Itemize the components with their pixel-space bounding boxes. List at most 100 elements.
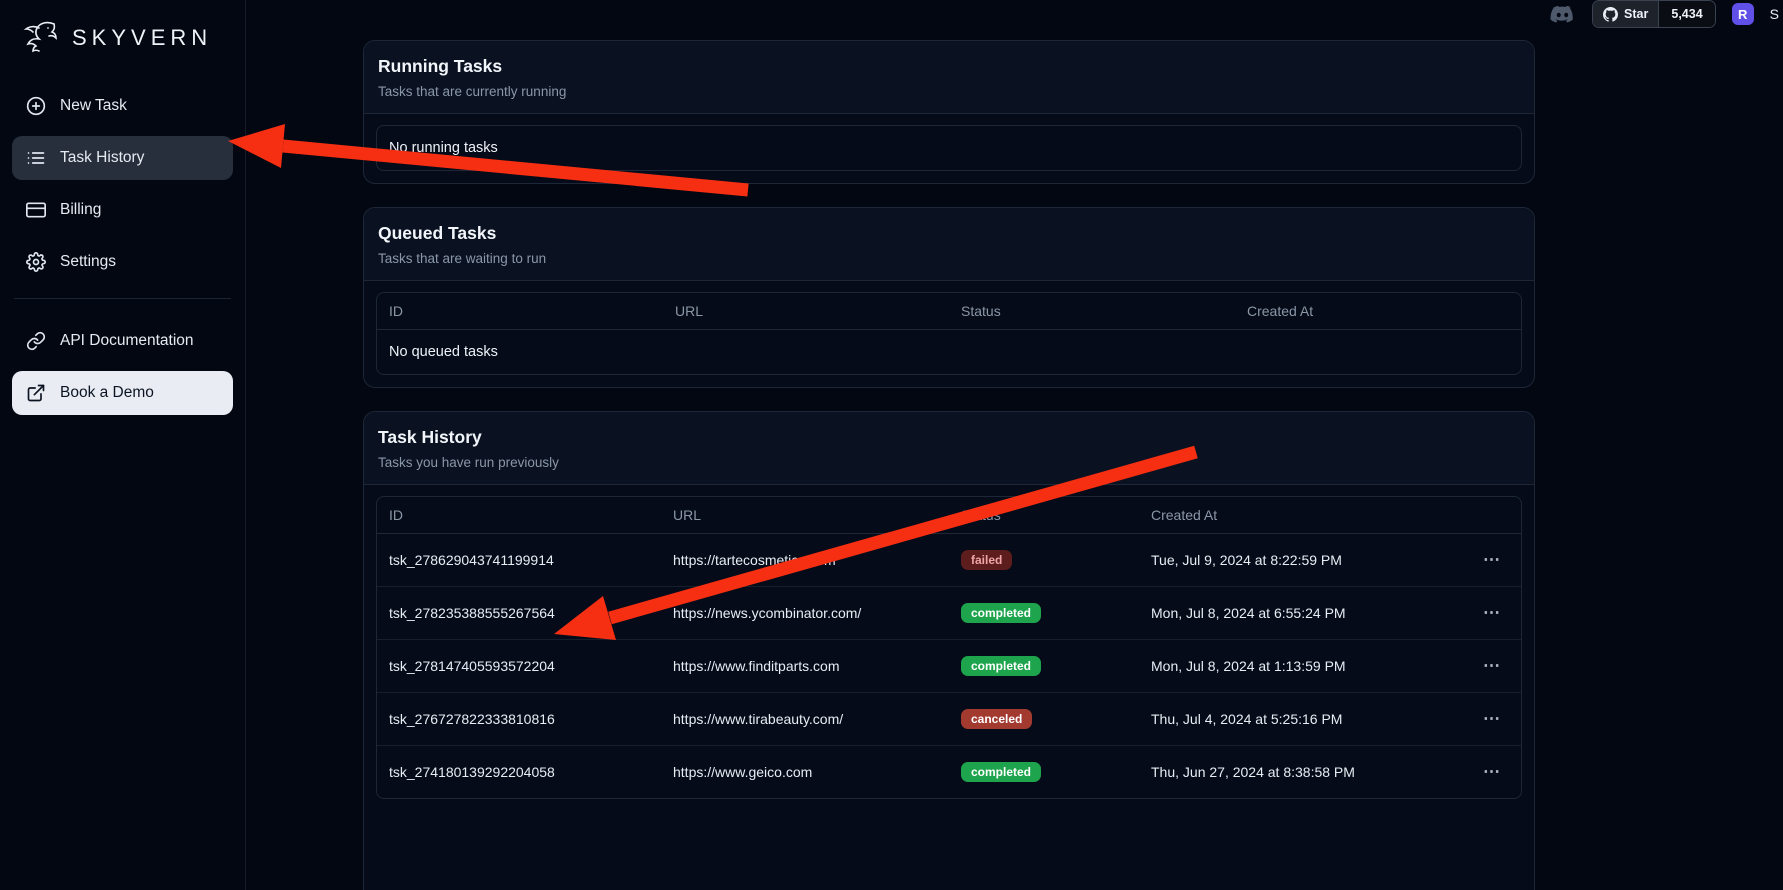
brand-wordmark: SKYVERN	[72, 25, 212, 51]
sidebar-item-label: API Documentation	[60, 332, 194, 350]
card-title: Task History	[378, 427, 1520, 448]
github-star-widget[interactable]: Star 5,434	[1592, 0, 1716, 28]
github-star-label: Star	[1624, 7, 1648, 21]
column-header-id: ID	[377, 497, 661, 533]
table-row[interactable]: tsk_278629043741199914 https://tartecosm…	[377, 534, 1521, 587]
running-tasks-table: No running tasks	[376, 125, 1522, 171]
table-row[interactable]: tsk_276727822333810816 https://www.tirab…	[377, 693, 1521, 746]
queued-tasks-card: Queued Tasks Tasks that are waiting to r…	[363, 207, 1535, 388]
task-actions-cell: ⋯	[1465, 693, 1521, 745]
topbar: Star 5,434 R S	[246, 0, 1783, 28]
card-subtitle: Tasks you have run previously	[378, 455, 1520, 470]
sidebar: SKYVERN New Task Task History Billing Se…	[0, 0, 246, 890]
card-title: Running Tasks	[378, 56, 1520, 77]
task-created-at-cell: Mon, Jul 8, 2024 at 1:13:59 PM	[1139, 644, 1465, 688]
row-menu-button[interactable]: ⋯	[1477, 548, 1507, 572]
running-tasks-body: No running tasks	[364, 114, 1534, 183]
task-created-at-cell: Thu, Jul 4, 2024 at 5:25:16 PM	[1139, 697, 1465, 741]
sidebar-item-label: Billing	[60, 201, 101, 219]
running-tasks-card: Running Tasks Tasks that are currently r…	[363, 40, 1535, 184]
task-history-header: Task History Tasks you have run previous…	[364, 412, 1534, 485]
sidebar-item-api-documentation[interactable]: API Documentation	[12, 319, 233, 363]
sidebar-item-new-task[interactable]: New Task	[12, 84, 233, 128]
discord-icon	[1549, 1, 1576, 28]
status-badge: failed	[961, 550, 1012, 570]
task-id-cell: tsk_274180139292204058	[377, 750, 661, 794]
running-tasks-header: Running Tasks Tasks that are currently r…	[364, 41, 1534, 114]
task-id-cell: tsk_278147405593572204	[377, 644, 661, 688]
github-star-count[interactable]: 5,434	[1659, 1, 1714, 27]
dashboard-content: Running Tasks Tasks that are currently r…	[363, 40, 1535, 890]
task-actions-cell: ⋯	[1465, 534, 1521, 586]
credit-card-icon	[26, 200, 46, 220]
column-header-actions	[1465, 497, 1521, 533]
sidebar-item-billing[interactable]: Billing	[12, 188, 233, 232]
column-header-created-at: Created At	[1235, 293, 1521, 329]
skyvern-logo[interactable]: SKYVERN	[12, 10, 233, 84]
table-row[interactable]: tsk_274180139292204058 https://www.geico…	[377, 746, 1521, 798]
queued-tasks-header: Queued Tasks Tasks that are waiting to r…	[364, 208, 1534, 281]
task-actions-cell: ⋯	[1465, 746, 1521, 798]
table-row[interactable]: tsk_278235388555267564 https://news.ycom…	[377, 587, 1521, 640]
book-a-demo-button[interactable]: Book a Demo	[12, 371, 233, 415]
task-id-cell: tsk_278629043741199914	[377, 538, 661, 582]
row-menu-button[interactable]: ⋯	[1477, 601, 1507, 625]
table-header-row: ID URL Status Created At	[377, 293, 1521, 330]
card-subtitle: Tasks that are waiting to run	[378, 251, 1520, 266]
link-icon	[26, 331, 46, 351]
column-header-url: URL	[661, 497, 949, 533]
column-header-url: URL	[663, 293, 949, 329]
card-title: Queued Tasks	[378, 223, 1520, 244]
sidebar-item-label: New Task	[60, 97, 127, 115]
task-actions-cell: ⋯	[1465, 587, 1521, 639]
plus-circle-icon	[26, 96, 46, 116]
sidebar-item-label: Task History	[60, 149, 144, 167]
task-id-cell: tsk_276727822333810816	[377, 697, 661, 741]
sidebar-item-settings[interactable]: Settings	[12, 240, 233, 284]
task-url-cell: https://news.ycombinator.com/	[661, 591, 949, 635]
task-status-cell: completed	[949, 642, 1139, 690]
column-header-status: Status	[949, 497, 1139, 533]
task-url-cell: https://www.finditparts.com	[661, 644, 949, 688]
column-header-created-at: Created At	[1139, 497, 1465, 533]
card-subtitle: Tasks that are currently running	[378, 84, 1520, 99]
sidebar-item-label: Book a Demo	[60, 384, 154, 402]
table-row[interactable]: tsk_278147405593572204 https://www.findi…	[377, 640, 1521, 693]
status-badge: completed	[961, 603, 1041, 623]
user-name: S	[1770, 6, 1779, 22]
sidebar-item-task-history[interactable]: Task History	[12, 136, 233, 180]
task-url-cell: https://tartecosmetics.com	[661, 538, 949, 582]
queued-tasks-empty: No queued tasks	[377, 330, 1521, 374]
task-created-at-cell: Thu, Jun 27, 2024 at 8:38:58 PM	[1139, 750, 1465, 794]
list-icon	[26, 148, 46, 168]
task-url-cell: https://www.tirabeauty.com/	[661, 697, 949, 741]
gear-icon	[26, 252, 46, 272]
row-menu-button[interactable]: ⋯	[1477, 654, 1507, 678]
column-header-id: ID	[377, 293, 663, 329]
task-status-cell: failed	[949, 536, 1139, 584]
running-tasks-empty: No running tasks	[377, 126, 1521, 170]
queued-tasks-table: ID URL Status Created At No queued tasks	[376, 292, 1522, 375]
row-menu-button[interactable]: ⋯	[1477, 760, 1507, 784]
discord-button[interactable]	[1549, 1, 1576, 28]
github-star-button[interactable]: Star	[1593, 1, 1659, 27]
task-created-at-cell: Mon, Jul 8, 2024 at 6:55:24 PM	[1139, 591, 1465, 635]
table-header-row: ID URL Status Created At	[377, 497, 1521, 534]
task-status-cell: completed	[949, 748, 1139, 796]
row-menu-button[interactable]: ⋯	[1477, 707, 1507, 731]
status-badge: completed	[961, 656, 1041, 676]
external-link-icon	[26, 383, 46, 403]
task-status-cell: completed	[949, 589, 1139, 637]
status-badge: canceled	[961, 709, 1032, 729]
user-avatar[interactable]: R	[1732, 3, 1754, 25]
task-status-cell: canceled	[949, 695, 1139, 743]
sidebar-nav: New Task Task History Billing Settings A…	[12, 84, 233, 423]
task-id-cell: tsk_278235388555267564	[377, 591, 661, 635]
task-created-at-cell: Tue, Jul 9, 2024 at 8:22:59 PM	[1139, 538, 1465, 582]
status-badge: completed	[961, 762, 1041, 782]
sidebar-item-label: Settings	[60, 253, 116, 271]
queued-tasks-body: ID URL Status Created At No queued tasks	[364, 281, 1534, 387]
task-history-table: ID URL Status Created At tsk_27862904374…	[376, 496, 1522, 799]
skyvern-dragon-icon	[18, 16, 62, 60]
task-url-cell: https://www.geico.com	[661, 750, 949, 794]
